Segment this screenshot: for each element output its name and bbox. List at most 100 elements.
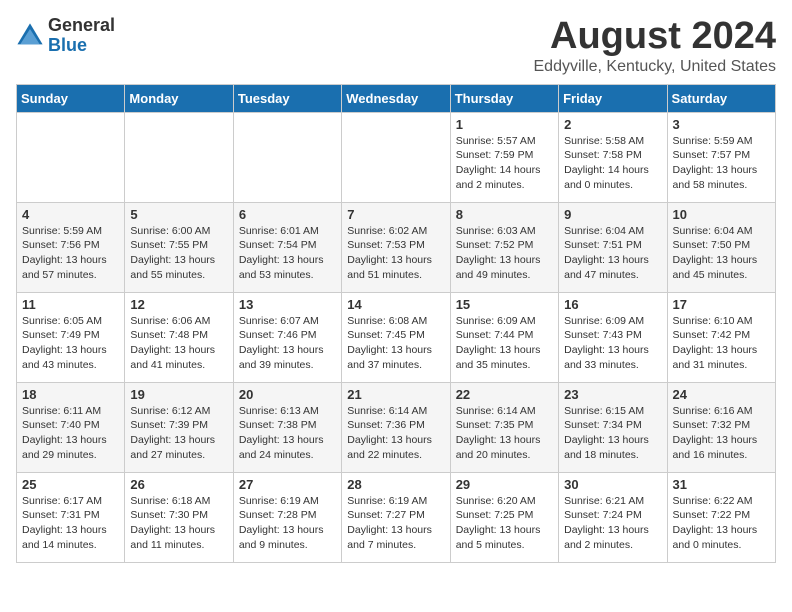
calendar-cell: 11Sunrise: 6:05 AM Sunset: 7:49 PM Dayli… [17,292,125,382]
cell-content: Sunrise: 6:14 AM Sunset: 7:35 PM Dayligh… [456,404,553,463]
calendar-cell [342,112,450,202]
cell-content: Sunrise: 6:08 AM Sunset: 7:45 PM Dayligh… [347,314,444,373]
calendar-cell: 16 Sunrise: 6:09 AM Sunset: 7:43 PM Dayli… [559,292,667,382]
header-wednesday: Wednesday [342,84,450,112]
day-number: 18 [22,387,119,402]
cell-content: Sunrise: 6:04 AM Sunset: 7:50 PM Dayligh… [673,224,770,283]
calendar-cell: 6 Sunrise: 6:01 AM Sunset: 7:54 PM Daylig… [233,202,341,292]
calendar-cell: 9 Sunrise: 6:04 AM Sunset: 7:51 PM Daylig… [559,202,667,292]
week-row-2: 4 Sunrise: 5:59 AM Sunset: 7:56 PM Daylig… [17,202,776,292]
cell-content: Sunrise: 6:11 AM Sunset: 7:40 PM Dayligh… [22,404,119,463]
logo-text: General Blue [48,16,115,56]
day-number: 9 [564,207,661,222]
cell-content: Sunrise: 6:09 AM Sunset: 7:44 PM Dayligh… [456,314,553,373]
calendar-cell: 24 Sunrise: 6:16 AM Sunset: 7:32 PM Dayli… [667,382,775,472]
day-number: 14 [347,297,444,312]
week-row-3: 11Sunrise: 6:05 AM Sunset: 7:49 PM Dayli… [17,292,776,382]
calendar-cell: 2 Sunrise: 5:58 AM Sunset: 7:58 PM Daylig… [559,112,667,202]
calendar-cell: 31 Sunrise: 6:22 AM Sunset: 7:22 PM Dayli… [667,472,775,562]
page-header: General Blue August 2024 Eddyville, Kent… [16,16,776,76]
calendar-cell: 4 Sunrise: 5:59 AM Sunset: 7:56 PM Daylig… [17,202,125,292]
day-number: 25 [22,477,119,492]
calendar-cell: 25Sunrise: 6:17 AM Sunset: 7:31 PM Dayli… [17,472,125,562]
cell-content: Sunrise: 6:07 AM Sunset: 7:46 PM Dayligh… [239,314,336,373]
header-thursday: Thursday [450,84,558,112]
cell-content: Sunrise: 6:13 AM Sunset: 7:38 PM Dayligh… [239,404,336,463]
logo-blue: Blue [48,36,115,56]
month-year: August 2024 [534,16,777,58]
day-number: 26 [130,477,227,492]
header-row: SundayMondayTuesdayWednesdayThursdayFrid… [17,84,776,112]
calendar-cell: 12 Sunrise: 6:06 AM Sunset: 7:48 PM Dayli… [125,292,233,382]
calendar-cell [233,112,341,202]
cell-content: Sunrise: 6:16 AM Sunset: 7:32 PM Dayligh… [673,404,770,463]
day-number: 28 [347,477,444,492]
cell-content: Sunrise: 5:59 AM Sunset: 7:56 PM Dayligh… [22,224,119,283]
calendar-cell: 23 Sunrise: 6:15 AM Sunset: 7:34 PM Dayli… [559,382,667,472]
cell-content: Sunrise: 6:01 AM Sunset: 7:54 PM Dayligh… [239,224,336,283]
cell-content: Sunrise: 5:59 AM Sunset: 7:57 PM Dayligh… [673,134,770,193]
calendar-cell: 7Sunrise: 6:02 AM Sunset: 7:53 PM Daylig… [342,202,450,292]
cell-content: Sunrise: 6:02 AM Sunset: 7:53 PM Dayligh… [347,224,444,283]
header-tuesday: Tuesday [233,84,341,112]
calendar-cell: 3Sunrise: 5:59 AM Sunset: 7:57 PM Daylig… [667,112,775,202]
day-number: 1 [456,117,553,132]
calendar-cell [125,112,233,202]
week-row-4: 18 Sunrise: 6:11 AM Sunset: 7:40 PM Dayli… [17,382,776,472]
logo-general: General [48,16,115,36]
day-number: 31 [673,477,770,492]
calendar-cell: 13 Sunrise: 6:07 AM Sunset: 7:46 PM Dayli… [233,292,341,382]
calendar-cell: 8Sunrise: 6:03 AM Sunset: 7:52 PM Daylig… [450,202,558,292]
calendar-cell: 21 Sunrise: 6:14 AM Sunset: 7:36 PM Dayli… [342,382,450,472]
day-number: 29 [456,477,553,492]
calendar-cell: 19 Sunrise: 6:12 AM Sunset: 7:39 PM Dayli… [125,382,233,472]
day-number: 13 [239,297,336,312]
day-number: 23 [564,387,661,402]
day-number: 5 [130,207,227,222]
calendar-cell: 28 Sunrise: 6:19 AM Sunset: 7:27 PM Dayli… [342,472,450,562]
cell-content: Sunrise: 6:12 AM Sunset: 7:39 PM Dayligh… [130,404,227,463]
day-number: 17 [673,297,770,312]
calendar-cell: 20Sunrise: 6:13 AM Sunset: 7:38 PM Dayli… [233,382,341,472]
calendar-cell: 1 Sunrise: 5:57 AM Sunset: 7:59 PM Daylig… [450,112,558,202]
calendar-cell: 10Sunrise: 6:04 AM Sunset: 7:50 PM Dayli… [667,202,775,292]
title-block: August 2024 Eddyville, Kentucky, United … [534,16,777,76]
day-number: 30 [564,477,661,492]
cell-content: Sunrise: 6:21 AM Sunset: 7:24 PM Dayligh… [564,494,661,553]
day-number: 19 [130,387,227,402]
day-number: 21 [347,387,444,402]
day-number: 22 [456,387,553,402]
header-saturday: Saturday [667,84,775,112]
location: Eddyville, Kentucky, United States [534,58,777,76]
cell-content: Sunrise: 6:14 AM Sunset: 7:36 PM Dayligh… [347,404,444,463]
cell-content: Sunrise: 6:19 AM Sunset: 7:28 PM Dayligh… [239,494,336,553]
cell-content: Sunrise: 6:04 AM Sunset: 7:51 PM Dayligh… [564,224,661,283]
day-number: 15 [456,297,553,312]
cell-content: Sunrise: 6:06 AM Sunset: 7:48 PM Dayligh… [130,314,227,373]
logo-icon [16,22,44,50]
header-friday: Friday [559,84,667,112]
cell-content: Sunrise: 5:57 AM Sunset: 7:59 PM Dayligh… [456,134,553,193]
cell-content: Sunrise: 6:20 AM Sunset: 7:25 PM Dayligh… [456,494,553,553]
logo: General Blue [16,16,115,56]
day-number: 2 [564,117,661,132]
cell-content: Sunrise: 6:00 AM Sunset: 7:55 PM Dayligh… [130,224,227,283]
calendar-cell: 15 Sunrise: 6:09 AM Sunset: 7:44 PM Dayli… [450,292,558,382]
day-number: 24 [673,387,770,402]
day-number: 12 [130,297,227,312]
day-number: 4 [22,207,119,222]
cell-content: Sunrise: 6:15 AM Sunset: 7:34 PM Dayligh… [564,404,661,463]
calendar-cell: 5 Sunrise: 6:00 AM Sunset: 7:55 PM Daylig… [125,202,233,292]
calendar-cell: 30 Sunrise: 6:21 AM Sunset: 7:24 PM Dayli… [559,472,667,562]
cell-content: Sunrise: 6:19 AM Sunset: 7:27 PM Dayligh… [347,494,444,553]
calendar-cell: 27Sunrise: 6:19 AM Sunset: 7:28 PM Dayli… [233,472,341,562]
header-sunday: Sunday [17,84,125,112]
day-number: 6 [239,207,336,222]
header-monday: Monday [125,84,233,112]
day-number: 16 [564,297,661,312]
calendar-cell: 22 Sunrise: 6:14 AM Sunset: 7:35 PM Dayli… [450,382,558,472]
week-row-1: 1 Sunrise: 5:57 AM Sunset: 7:59 PM Daylig… [17,112,776,202]
cell-content: Sunrise: 5:58 AM Sunset: 7:58 PM Dayligh… [564,134,661,193]
cell-content: Sunrise: 6:22 AM Sunset: 7:22 PM Dayligh… [673,494,770,553]
cell-content: Sunrise: 6:09 AM Sunset: 7:43 PM Dayligh… [564,314,661,373]
